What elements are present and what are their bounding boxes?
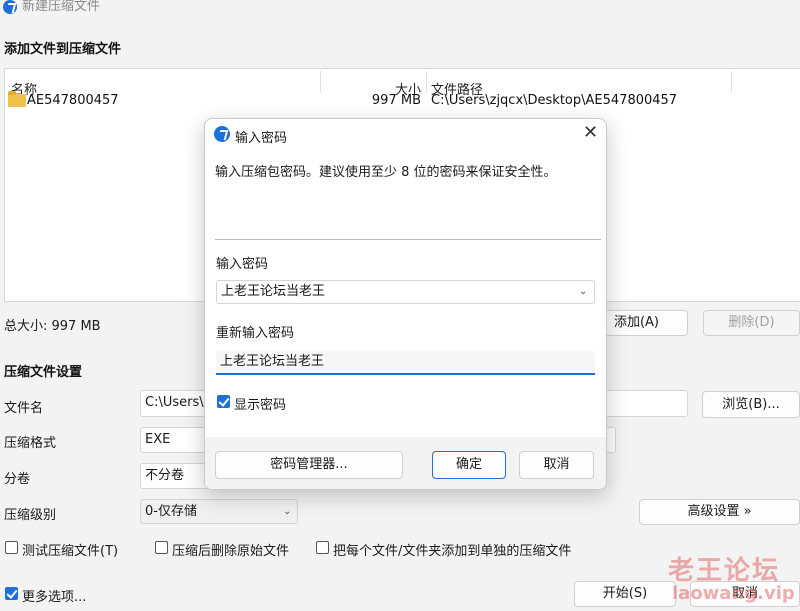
watermark-url: laowang.vip (672, 583, 795, 604)
test-archive-checkbox[interactable] (5, 541, 18, 554)
split-label: 分卷 (4, 472, 31, 487)
close-icon[interactable]: ✕ (583, 123, 598, 143)
level-label: 压缩级别 (4, 508, 57, 523)
confirm-password-input[interactable]: 上老王论坛当老王 (216, 351, 595, 375)
more-options-label: 更多选项... (22, 590, 87, 605)
test-archive-label: 测试压缩文件(T) (22, 544, 119, 559)
password-manager-button[interactable]: 密码管理器... (215, 451, 403, 479)
confirm-password-label: 重新输入密码 (216, 326, 295, 341)
separate-archives-checkbox[interactable] (316, 541, 329, 554)
column-separator[interactable] (731, 71, 732, 93)
show-password-label: 显示密码 (234, 398, 287, 413)
password-input[interactable]: 上老王论坛当老王 (216, 280, 595, 304)
more-options-checkbox[interactable] (5, 587, 18, 600)
settings-section-title: 压缩文件设置 (4, 365, 83, 380)
delete-after-label: 压缩后删除原始文件 (172, 544, 290, 559)
row-name: AE547800457 (27, 93, 119, 108)
column-separator[interactable] (426, 71, 427, 93)
show-password-checkbox[interactable] (217, 395, 230, 408)
add-files-section-title: 添加文件到压缩文件 (4, 42, 122, 57)
dialog-cancel-button[interactable]: 取消 (519, 451, 594, 479)
start-button[interactable]: 开始(S) (574, 581, 676, 607)
folder-icon (8, 91, 26, 107)
dialog-title: 输入密码 (235, 131, 288, 146)
divider (215, 239, 601, 240)
level-select[interactable]: 0-仅存储 (140, 499, 298, 524)
chevron-down-icon: ⌄ (283, 506, 292, 517)
format-label: 压缩格式 (4, 436, 57, 451)
password-label: 输入密码 (216, 257, 269, 272)
filename-label: 文件名 (4, 401, 44, 416)
delete-after-checkbox[interactable] (155, 541, 168, 554)
app-logo-icon (3, 0, 17, 14)
total-size-label: 总大小: 997 MB (4, 319, 101, 334)
ok-button[interactable]: 确定 (432, 451, 506, 479)
separate-archives-label: 把每个文件/文件夹添加到单独的压缩文件 (333, 544, 572, 559)
chevron-down-icon[interactable]: ⌄ (579, 286, 587, 297)
level-value: 0-仅存储 (145, 504, 197, 519)
password-dialog: 输入密码 ✕ 输入压缩包密码。建议使用至少 8 位的密码来保证安全性。 输入密码… (204, 118, 607, 490)
column-separator[interactable] (320, 71, 321, 93)
watermark-text: 老王论坛 (668, 556, 781, 586)
advanced-settings-button[interactable]: 高级设置 » (639, 499, 800, 525)
delete-button[interactable]: 删除(D) (703, 310, 800, 336)
row-size: 997 MB (371, 93, 421, 108)
title-bar: 新建压缩文件 (0, 0, 800, 18)
app-logo-icon (214, 126, 230, 142)
browse-button[interactable]: 浏览(B)... (702, 391, 800, 418)
dialog-description: 输入压缩包密码。建议使用至少 8 位的密码来保证安全性。 (215, 165, 557, 180)
row-path: C:\Users\zjqcx\Desktop\AE547800457 (431, 93, 678, 108)
window-title: 新建压缩文件 (22, 0, 101, 14)
